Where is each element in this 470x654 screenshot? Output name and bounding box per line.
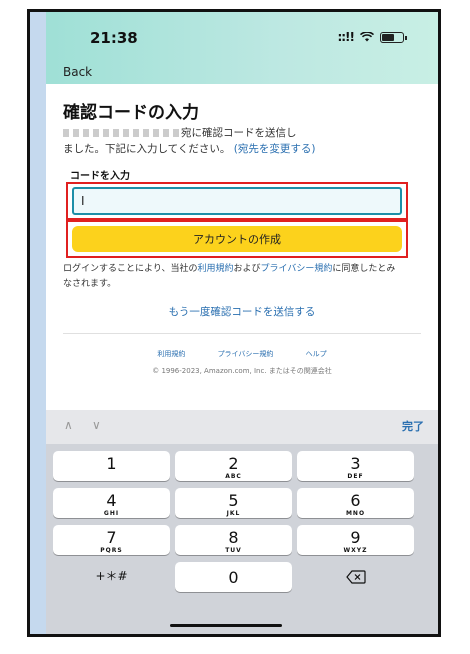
copyright-text: © 1996-2023, Amazon.com, Inc. またはその関連会社 xyxy=(152,367,332,375)
key-6[interactable]: 6 MNO xyxy=(297,488,414,518)
symbols-key[interactable]: +＊# xyxy=(53,562,170,592)
key-1-digit: 1 xyxy=(106,454,117,473)
delete-icon xyxy=(345,570,366,584)
code-input[interactable] xyxy=(72,187,402,215)
desc-line1: 宛に確認コードを送信し xyxy=(181,127,297,139)
key-3[interactable]: 3 DEF xyxy=(297,451,414,481)
key-1[interactable]: 1 xyxy=(53,451,170,481)
key-9-letters: WXYZ xyxy=(343,547,368,554)
key-4-digit: 4 xyxy=(106,491,117,510)
left-edge-bar xyxy=(30,12,46,634)
battery-icon xyxy=(380,31,407,43)
create-account-label: アカウントの作成 xyxy=(193,233,281,246)
key-9-digit: 9 xyxy=(350,528,361,547)
key-2-digit: 2 xyxy=(228,454,239,473)
wifi-icon xyxy=(360,32,374,42)
create-account-button[interactable]: アカウントの作成 xyxy=(72,226,402,252)
delete-key[interactable] xyxy=(297,562,414,592)
footer-links: 利用規約 プライバシー規約 ヘルプ xyxy=(46,349,438,359)
create-button-highlight: アカウントの作成 xyxy=(66,220,408,258)
phone-screen: 21:38 ::!! Back 確認コードの入力 宛に確認コードを送信し ました… xyxy=(46,12,438,634)
signal-icon: ::!! xyxy=(337,30,355,44)
key-4-letters: GHI xyxy=(103,510,120,517)
resend-code-link[interactable]: もう一度確認コードを送信する xyxy=(46,304,438,319)
key-2[interactable]: 2 ABC xyxy=(175,451,292,481)
legal-text: ログインすることにより、当社の利用規約およびプライバシー規約に同意したとみなされ… xyxy=(63,262,403,292)
key-7[interactable]: 7 PQRS xyxy=(53,525,170,555)
terms-link[interactable]: 利用規約 xyxy=(197,264,233,274)
previous-field-icon[interactable]: ∧ xyxy=(64,418,73,432)
key-2-letters: ABC xyxy=(225,473,242,480)
key-5[interactable]: 5 JKL xyxy=(175,488,292,518)
done-button[interactable]: 完了 xyxy=(402,418,424,434)
key-8[interactable]: 8 TUV xyxy=(175,525,292,555)
key-7-digit: 7 xyxy=(106,528,117,547)
keyboard-toolbar: ∧ ∨ 完了 xyxy=(46,410,438,444)
status-icons: ::!! xyxy=(337,30,407,44)
key-8-letters: TUV xyxy=(225,547,242,554)
code-input-label: コードを入力 xyxy=(70,171,130,182)
key-5-digit: 5 xyxy=(228,491,239,510)
description-text: 宛に確認コードを送信し ました。下記に入力してください。 (宛先を変更する) xyxy=(63,125,403,157)
symbols-label: +＊# xyxy=(95,569,128,583)
key-3-letters: DEF xyxy=(347,473,364,480)
page-title: 確認コードの入力 xyxy=(63,103,199,123)
change-destination-link[interactable]: (宛先を変更する) xyxy=(234,143,316,155)
footer-privacy-link[interactable]: プライバシー規約 xyxy=(218,350,274,358)
legal-mid: および xyxy=(233,264,261,274)
key-0-digit: 0 xyxy=(228,568,239,587)
key-9[interactable]: 9 WXYZ xyxy=(297,525,414,555)
status-bar: 21:38 ::!! Back xyxy=(46,12,438,84)
key-6-digit: 6 xyxy=(350,491,361,510)
key-8-digit: 8 xyxy=(228,528,239,547)
key-6-letters: MNO xyxy=(345,510,366,517)
footer-terms-link[interactable]: 利用規約 xyxy=(157,350,185,358)
legal-prefix: ログインすることにより、当社の xyxy=(63,264,198,274)
key-0[interactable]: 0 xyxy=(175,562,292,592)
footer-divider xyxy=(63,333,421,334)
desc-line2: ました。下記に入力してください。 xyxy=(63,143,231,155)
back-button[interactable]: Back xyxy=(63,65,92,79)
key-7-letters: PQRS xyxy=(100,547,123,554)
key-5-letters: JKL xyxy=(226,510,241,517)
redacted-address xyxy=(63,129,181,137)
home-indicator xyxy=(170,624,282,627)
key-4[interactable]: 4 GHI xyxy=(53,488,170,518)
next-field-icon[interactable]: ∨ xyxy=(92,418,101,432)
screenshot-frame: 21:38 ::!! Back 確認コードの入力 宛に確認コードを送信し ました… xyxy=(27,9,441,637)
privacy-link[interactable]: プライバシー規約 xyxy=(261,264,333,274)
footer-help-link[interactable]: ヘルプ xyxy=(306,350,327,358)
key-3-digit: 3 xyxy=(350,454,361,473)
code-input-highlight xyxy=(66,182,408,220)
status-time: 21:38 xyxy=(90,29,138,47)
numeric-keyboard: ∧ ∨ 完了 1 2 ABC 3 DEF 4 GHI 5 JKL 6 MNO 7… xyxy=(46,410,438,634)
